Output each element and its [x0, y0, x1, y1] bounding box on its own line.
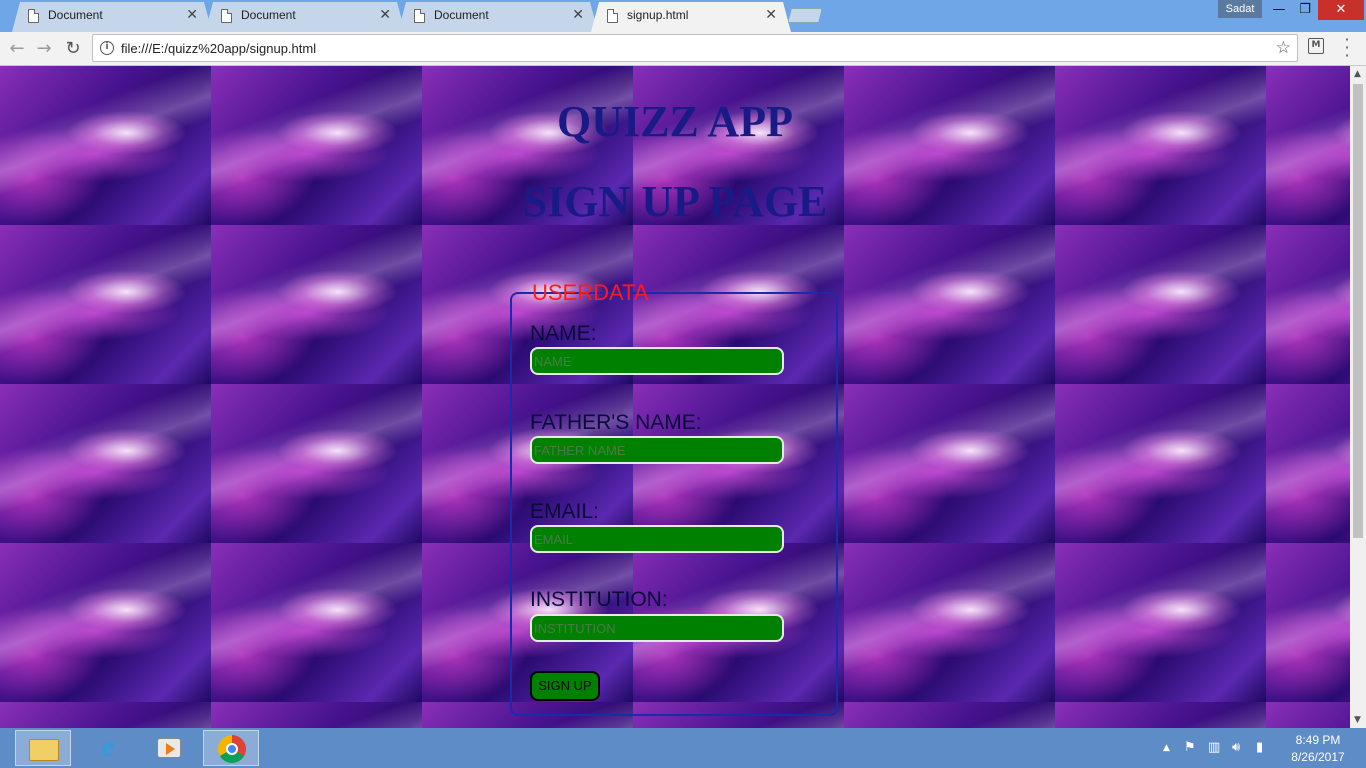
action-center-flag-icon[interactable]: ⚑	[1184, 740, 1196, 755]
window-close-icon[interactable]: ✕	[1318, 0, 1364, 20]
page-viewport: QUIZZ APP SIGN UP PAGE USERDATA NAME: FA…	[0, 66, 1350, 728]
browser-toolbar: ← → ↻ i file:///E:/quizz%20app/signup.ht…	[0, 32, 1366, 66]
folder-icon	[29, 739, 59, 761]
battery-icon[interactable]: ▮	[1256, 740, 1263, 755]
fieldset-legend: USERDATA	[532, 280, 649, 305]
chrome-icon	[218, 735, 246, 763]
document-icon	[414, 9, 425, 23]
taskbar-file-explorer[interactable]	[15, 730, 71, 766]
address-bar[interactable]: i file:///E:/quizz%20app/signup.html ☆	[92, 34, 1298, 62]
tab-title: Document	[434, 8, 489, 22]
clock-date[interactable]: 8/26/2017	[1284, 750, 1352, 764]
close-icon[interactable]: ✕	[765, 7, 777, 23]
url-text[interactable]: file:///E:/quizz%20app/signup.html	[121, 41, 316, 56]
bookmark-star-icon[interactable]: ☆	[1276, 38, 1291, 58]
scroll-up-icon[interactable]: ▲	[1354, 69, 1361, 79]
document-icon	[221, 9, 232, 23]
taskbar-media-player[interactable]	[141, 730, 197, 766]
userdata-fieldset: USERDATA NAME: FATHER'S NAME: EMAIL: INS…	[510, 280, 838, 716]
menu-dots-icon[interactable]: · · ·	[1342, 32, 1352, 64]
email-input[interactable]	[530, 525, 784, 553]
tab-title: Document	[48, 8, 103, 22]
clock-time[interactable]: 8:49 PM	[1288, 733, 1348, 747]
browser-tab-3[interactable]: Document ✕	[398, 2, 598, 32]
document-icon	[28, 9, 39, 23]
tab-strip: Document ✕ Document ✕ Document ✕ signup.…	[0, 0, 1366, 32]
windows-taskbar: e ▲ ⚑ ▥ 🔊︎ ▮ 8:49 PM 8/26/2017	[0, 728, 1366, 768]
close-icon[interactable]: ✕	[186, 7, 198, 23]
restore-icon[interactable]: ❐	[1292, 0, 1318, 20]
email-label: EMAIL:	[530, 500, 599, 523]
back-arrow-icon[interactable]: ←	[6, 38, 28, 59]
page-heading: SIGN UP PAGE	[522, 177, 828, 226]
internet-explorer-icon: e	[101, 732, 115, 763]
reload-icon[interactable]: ↻	[62, 38, 84, 59]
scroll-down-icon[interactable]: ▼	[1354, 715, 1361, 725]
forward-arrow-icon[interactable]: →	[33, 38, 55, 59]
browser-tab-1[interactable]: Document ✕	[12, 2, 212, 32]
close-icon[interactable]: ✕	[379, 7, 391, 23]
taskbar-internet-explorer[interactable]: e	[80, 730, 136, 766]
browser-tab-2[interactable]: Document ✕	[205, 2, 405, 32]
info-icon[interactable]: i	[100, 41, 114, 55]
profile-badge[interactable]: Sadat	[1218, 0, 1262, 18]
father-name-label: FATHER'S NAME:	[530, 411, 702, 434]
name-input[interactable]	[530, 347, 784, 375]
volume-icon[interactable]: 🔊︎	[1232, 740, 1240, 755]
name-label: NAME:	[530, 322, 597, 345]
new-tab-button[interactable]	[788, 8, 822, 23]
institution-label: INSTITUTION:	[530, 588, 668, 611]
tab-title: Document	[241, 8, 296, 22]
sign-up-button[interactable]: SIGN UP	[530, 671, 600, 701]
show-hidden-icons-icon[interactable]: ▲	[1163, 743, 1170, 753]
tab-title: signup.html	[627, 8, 689, 22]
vertical-scrollbar[interactable]: ▲ ▼	[1350, 66, 1366, 728]
father-name-input[interactable]	[530, 436, 784, 464]
minimize-icon[interactable]: —	[1266, 0, 1292, 20]
document-icon	[607, 9, 618, 23]
scroll-thumb[interactable]	[1353, 84, 1363, 538]
app-title: QUIZZ APP	[557, 97, 793, 146]
extension-icon[interactable]: M	[1308, 38, 1324, 54]
taskbar-chrome[interactable]	[203, 730, 259, 766]
institution-input[interactable]	[530, 614, 784, 642]
network-icon[interactable]: ▥	[1208, 740, 1220, 755]
browser-tab-4-active[interactable]: signup.html ✕	[591, 2, 791, 32]
close-icon[interactable]: ✕	[572, 7, 584, 23]
media-player-icon	[157, 738, 181, 758]
